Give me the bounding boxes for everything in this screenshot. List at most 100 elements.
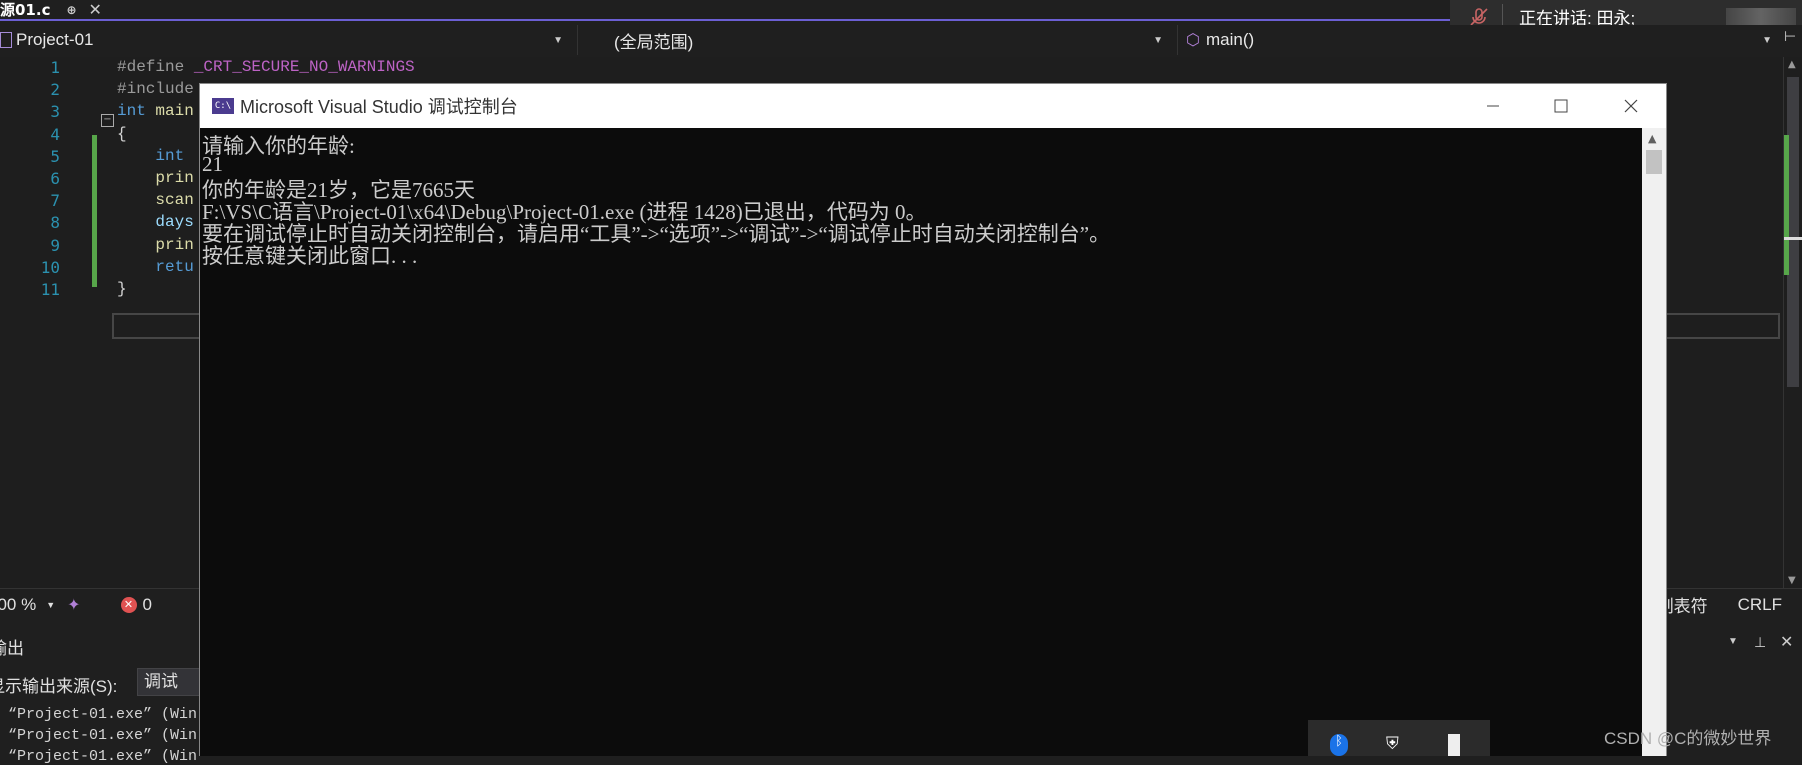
console-line: 按任意键关闭此窗口. . . xyxy=(202,244,418,268)
code-token: prin xyxy=(155,169,194,187)
console-app-icon: C:\ xyxy=(212,98,234,114)
function-dropdown-label: main() xyxy=(1205,30,1255,49)
code-line[interactable]: { xyxy=(117,125,127,143)
scroll-up-icon[interactable]: ▲ xyxy=(1648,132,1656,145)
output-line: “Project-01.exe” (Win xyxy=(8,748,198,765)
line-number: 10 xyxy=(40,257,60,277)
function-dropdown[interactable]: ⬡ main() ▼ xyxy=(1180,25,1778,55)
code-token: days xyxy=(155,213,194,232)
line-number: 5 xyxy=(50,146,60,166)
scope-dropdown[interactable]: (全局范围) ▼ xyxy=(582,25,1178,55)
line-number: 2 xyxy=(50,80,60,100)
project-dropdown-label: Project-01 xyxy=(16,30,94,49)
output-panel-title: 输出 xyxy=(0,639,24,658)
code-token: int xyxy=(117,102,156,121)
maximize-icon xyxy=(1554,99,1568,113)
line-ending[interactable]: CRLF xyxy=(1738,595,1782,615)
health-icon[interactable]: ✦ xyxy=(67,595,80,615)
code-token: scan xyxy=(155,191,194,210)
pin-icon[interactable]: ⊥ xyxy=(1754,634,1766,651)
code-token: #include xyxy=(117,80,194,99)
close-window-button[interactable] xyxy=(1596,84,1666,128)
code-line[interactable]: int main xyxy=(117,102,194,120)
code-token: { xyxy=(117,124,127,143)
navigation-bar: Project-01 ▼ (全局范围) ▼ ⬡ main() ▼ ⊢ xyxy=(0,25,1802,55)
code-line[interactable]: retu xyxy=(117,257,194,276)
debug-console-window[interactable]: C:\ Microsoft Visual Studio 调试控制台 请输入你的年… xyxy=(199,83,1667,756)
code-line[interactable]: #define _CRT_SECURE_NO_WARNINGS xyxy=(117,58,415,76)
code-line[interactable]: days xyxy=(117,213,194,232)
security-shield-icon[interactable]: ⛨ xyxy=(1386,734,1406,756)
code-token: retu xyxy=(155,257,194,276)
console-scrollbar[interactable]: ▲ xyxy=(1642,128,1666,756)
line-number: 1 xyxy=(50,58,60,77)
scroll-down-icon[interactable]: ▼ xyxy=(1788,575,1796,586)
scope-dropdown-label: (全局范围) xyxy=(614,32,694,52)
code-line[interactable]: prin xyxy=(117,235,194,254)
output-source-label: 显示输出来源(S): xyxy=(0,677,118,696)
change-marker xyxy=(1784,135,1789,275)
code-line[interactable]: prin xyxy=(117,169,194,187)
code-token: #define xyxy=(117,58,194,76)
document-tab[interactable]: 源01.c ⊕ ✕ xyxy=(0,0,108,19)
split-window-icon[interactable]: ⊢ xyxy=(1784,29,1800,51)
console-output-area[interactable]: 请输入你的年龄: 21 你的年龄是21岁，它是7665天 F:\VS\C语言\P… xyxy=(200,128,1642,756)
project-dropdown[interactable]: Project-01 ▼ xyxy=(0,25,578,55)
cube-icon: ⬡ xyxy=(1186,32,1200,49)
bluetooth-icon[interactable]: ᛒ xyxy=(1330,734,1348,756)
app-logo-icon xyxy=(1726,7,1796,26)
close-tab-icon[interactable]: ✕ xyxy=(89,0,102,19)
line-number: 9 xyxy=(50,235,60,255)
code-line[interactable]: int xyxy=(117,147,194,165)
maximize-button[interactable] xyxy=(1526,84,1596,128)
output-line: “Project-01.exe” (Win xyxy=(8,706,198,723)
zoom-level[interactable]: 100 % xyxy=(0,595,36,615)
code-token: prin xyxy=(155,235,194,254)
scroll-thumb[interactable] xyxy=(1646,150,1662,174)
chevron-down-icon: ▼ xyxy=(1153,34,1163,46)
watermark-text: CSDN @C的微妙世界 xyxy=(1604,729,1772,748)
line-number: 6 xyxy=(50,169,60,188)
code-token: main xyxy=(155,102,194,121)
line-number: 3 xyxy=(50,102,60,122)
scroll-up-icon[interactable]: ▲ xyxy=(1788,59,1796,70)
error-icon[interactable]: ✕ xyxy=(120,596,137,613)
pin-icon[interactable]: ⊕ xyxy=(66,3,76,17)
code-token: int xyxy=(155,146,194,165)
output-line: “Project-01.exe” (Win xyxy=(8,727,198,744)
line-number: 8 xyxy=(50,213,60,233)
minimize-icon xyxy=(1487,105,1499,107)
system-tray-popup: ᛒ ⛨ xyxy=(1308,720,1490,756)
close-icon xyxy=(1624,99,1638,113)
code-line[interactable]: } xyxy=(117,280,127,298)
minimize-button[interactable] xyxy=(1458,84,1528,128)
code-line[interactable]: #include xyxy=(117,80,194,98)
line-number: 4 xyxy=(50,124,60,144)
chevron-down-icon[interactable]: ▼ xyxy=(46,600,55,610)
project-icon xyxy=(0,32,12,48)
code-token: _CRT_SECURE_NO_WARNINGS xyxy=(193,58,415,76)
usb-drive-icon[interactable] xyxy=(1448,734,1460,756)
console-line: 请输入你的年龄: xyxy=(202,134,355,158)
caret-marker xyxy=(1784,237,1802,240)
output-source-value: 调试 xyxy=(144,672,178,691)
console-title-bar[interactable]: C:\ Microsoft Visual Studio 调试控制台 xyxy=(200,84,1666,128)
tab-filename: 源01.c xyxy=(0,1,51,19)
editor-vertical-scrollbar[interactable]: ▲ ▼ xyxy=(1783,57,1802,588)
collapse-icon[interactable]: − xyxy=(101,114,114,127)
chevron-down-icon: ▼ xyxy=(553,34,563,46)
code-line[interactable]: scan xyxy=(117,191,194,210)
close-panel-icon[interactable]: ✕ xyxy=(1780,632,1793,652)
code-token: } xyxy=(117,280,127,298)
chevron-down-icon[interactable]: ▼ xyxy=(1728,636,1738,647)
line-number: 11 xyxy=(40,280,60,299)
error-count[interactable]: 0 xyxy=(143,595,152,615)
line-number: 7 xyxy=(50,191,60,211)
chevron-down-icon: ▼ xyxy=(1762,34,1772,46)
